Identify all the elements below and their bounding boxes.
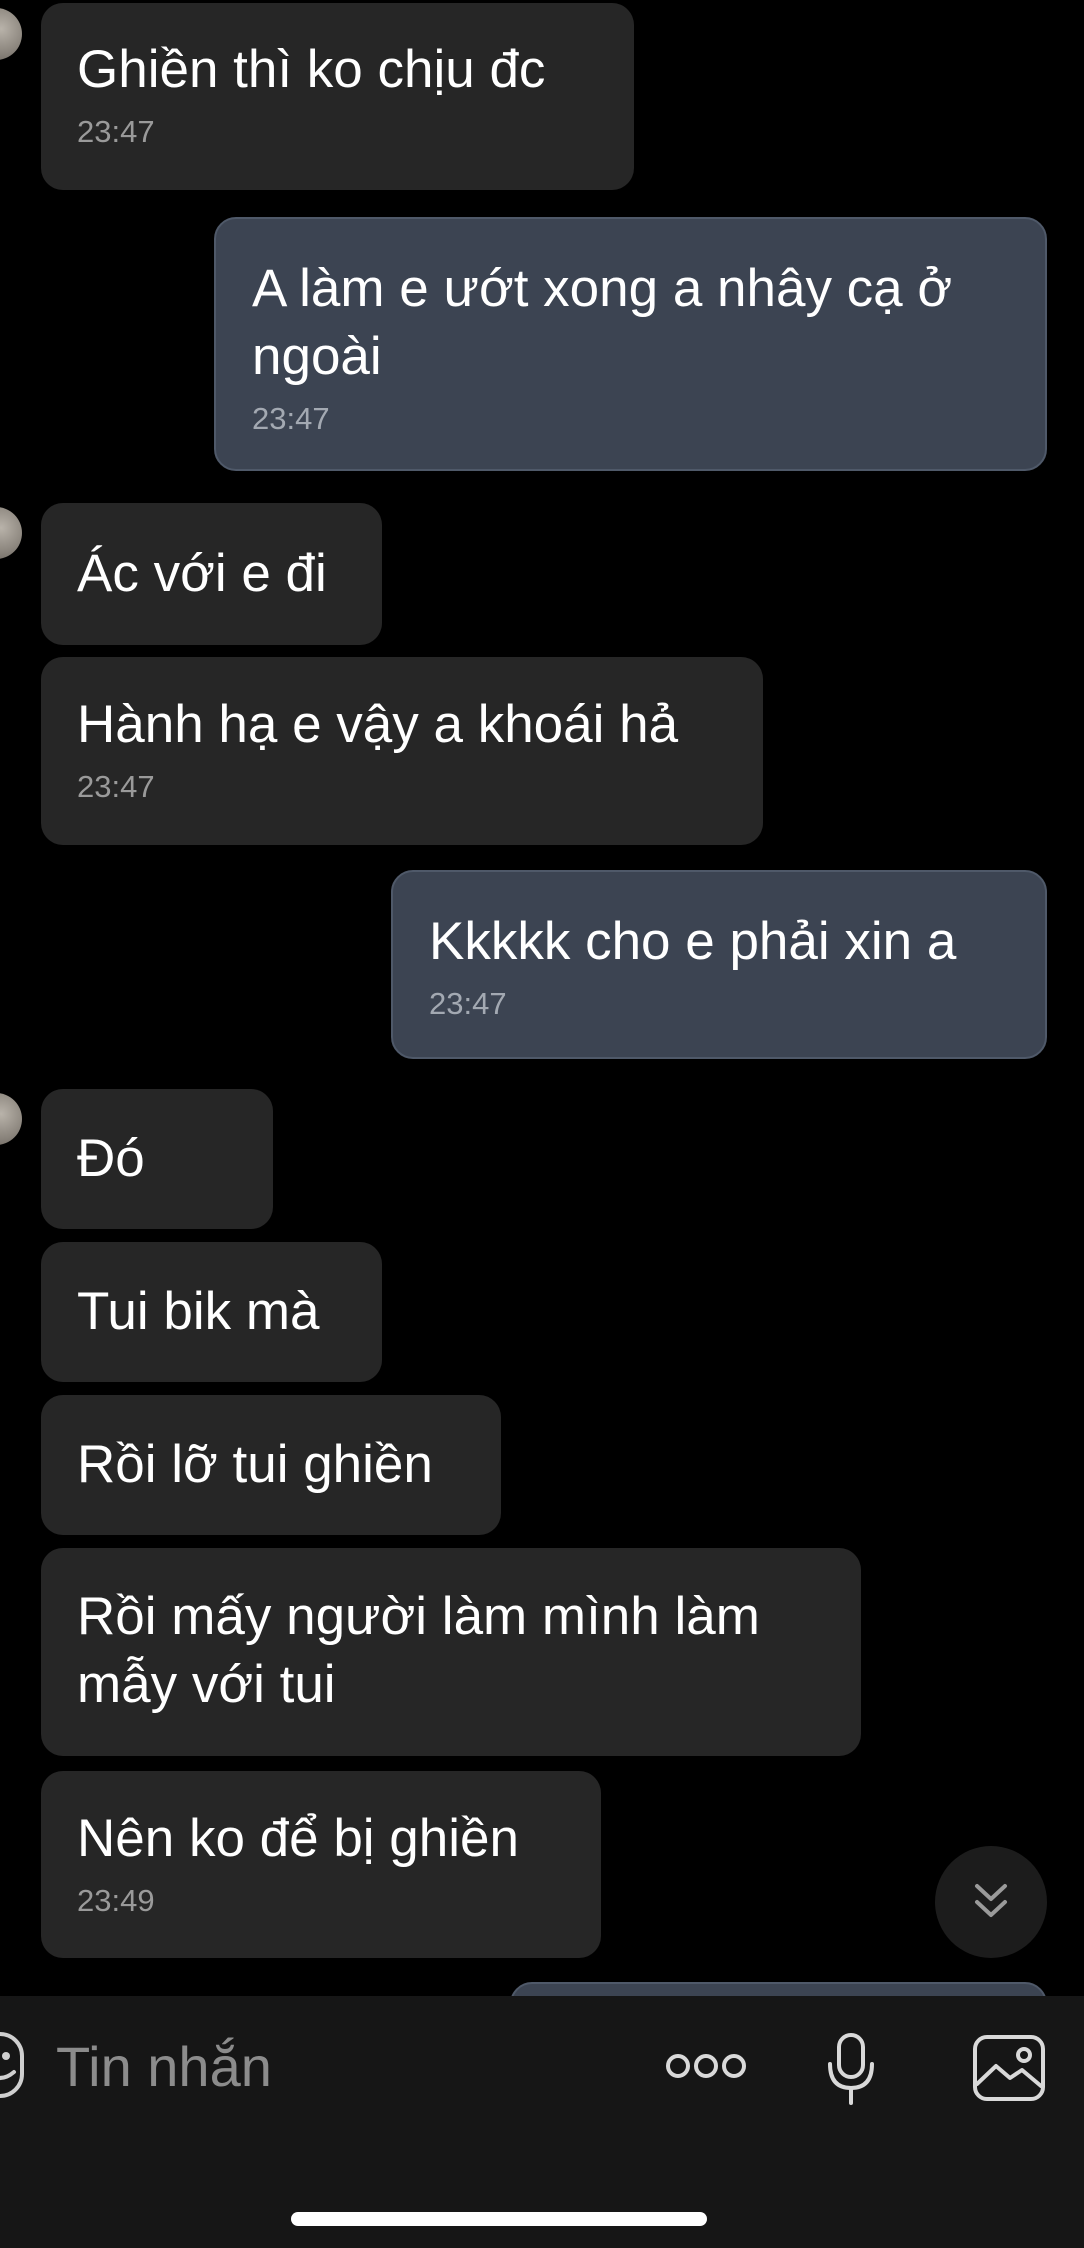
message-text: A làm e ướt xong a nhây cạ ở <box>252 259 953 318</box>
message-text: Tui bik mà <box>77 1282 320 1341</box>
message-timestamp: 23:49 <box>77 1883 155 1918</box>
emoji-icon[interactable] <box>0 2032 24 2098</box>
message-bubble-incoming[interactable]: Đó <box>41 1089 273 1229</box>
chat-messages-area[interactable]: Ghiền thì ko chịu đc 23:47 A làm e ướt x… <box>0 0 1084 1996</box>
double-chevron-down-icon <box>975 1884 1007 1917</box>
message-bubble-outgoing-partial[interactable] <box>510 1982 1047 1996</box>
message-input[interactable] <box>56 2026 616 2106</box>
image-gallery-icon[interactable] <box>972 2034 1046 2102</box>
message-bubble-incoming[interactable]: Tui bik mà <box>41 1242 382 1382</box>
avatar[interactable] <box>0 507 22 559</box>
scroll-to-bottom-button[interactable] <box>935 1846 1047 1958</box>
message-timestamp: 23:47 <box>252 401 330 436</box>
message-bubble-incoming[interactable]: Ghiền thì ko chịu đc 23:47 <box>41 3 634 190</box>
message-text: ngoài <box>252 327 382 386</box>
message-bubble-incoming[interactable]: Nên ko để bị ghiền 23:49 <box>41 1771 601 1958</box>
message-text: Kkkkk cho e phải xin a <box>429 912 957 971</box>
message-text: Hành hạ e vậy a khoái hả <box>77 695 679 754</box>
message-text: Ghiền thì ko chịu đc <box>77 40 546 99</box>
message-bubble-incoming[interactable]: Rồi mấy người làm mình làm mẫy với tui <box>41 1548 861 1756</box>
microphone-icon[interactable] <box>826 2032 876 2106</box>
message-timestamp: 23:47 <box>77 769 155 804</box>
message-bubble-outgoing[interactable]: Kkkkk cho e phải xin a 23:47 <box>391 870 1047 1059</box>
message-bubble-incoming[interactable]: Rồi lỡ tui ghiền <box>41 1395 501 1535</box>
message-timestamp: 23:47 <box>429 986 507 1021</box>
message-text: Đó <box>77 1129 145 1188</box>
home-indicator[interactable] <box>291 2212 707 2226</box>
message-text: Rồi lỡ tui ghiền <box>77 1435 433 1494</box>
avatar[interactable] <box>0 8 22 60</box>
message-text: Ác với e đi <box>77 544 327 603</box>
avatar[interactable] <box>0 1093 22 1145</box>
message-text: Nên ko để bị ghiền <box>77 1809 519 1868</box>
message-bubble-incoming[interactable]: Hành hạ e vậy a khoái hả 23:47 <box>41 657 763 845</box>
message-text: mẫy với tui <box>77 1655 336 1714</box>
message-composer <box>0 1996 1084 2248</box>
message-timestamp: 23:47 <box>77 114 155 149</box>
more-options-icon[interactable] <box>664 2052 748 2080</box>
message-bubble-outgoing[interactable]: A làm e ướt xong a nhây cạ ở ngoài 23:47 <box>214 217 1047 471</box>
message-text: Rồi mấy người làm mình làm <box>77 1587 760 1646</box>
message-bubble-incoming[interactable]: Ác với e đi <box>41 503 382 645</box>
